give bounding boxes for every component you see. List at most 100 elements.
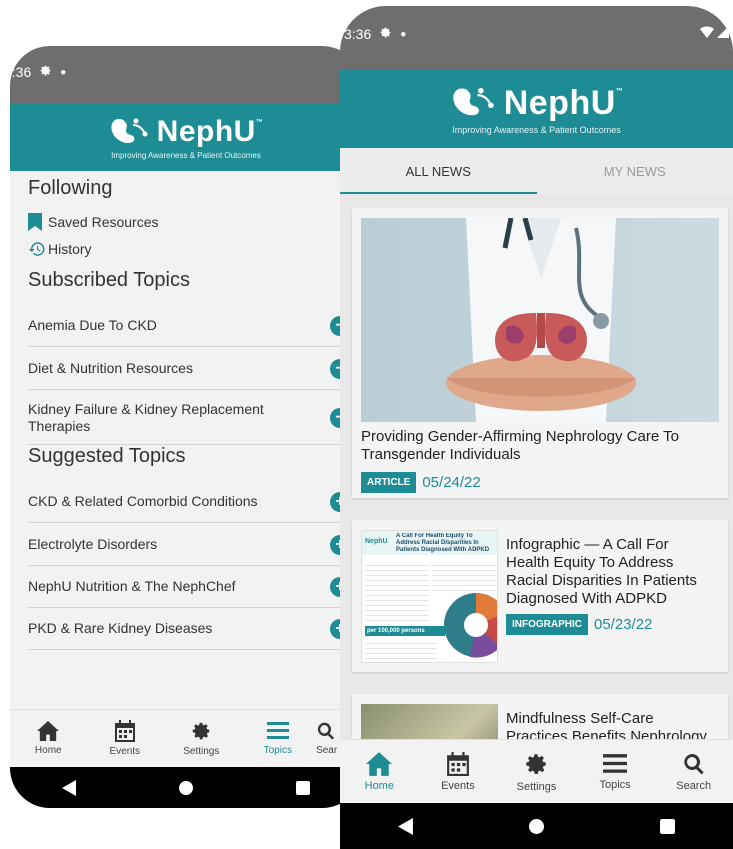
card-title: Providing Gender-Affirming Nephrology Ca… xyxy=(361,428,679,463)
following-title: Following xyxy=(28,177,113,199)
app-header: NephU™ Improving Awareness & Patient Out… xyxy=(10,103,362,171)
infographic-thumbnail: NephU A Call For Health Equity To Addres… xyxy=(361,530,498,663)
history-icon xyxy=(28,242,45,256)
suggested-topics-title: Suggested Topics xyxy=(28,445,186,467)
news-card[interactable]: NephU A Call For Health Equity To Addres… xyxy=(352,520,728,672)
topic-row[interactable]: Anemia Due To CKD − xyxy=(28,305,350,347)
logo-text: NephU™ xyxy=(503,83,624,122)
phone-news: 3:36 ● NephU™ Improving Awareness & Pati… xyxy=(340,6,733,849)
tab-all-news[interactable]: ALL NEWS xyxy=(340,148,537,194)
recents-icon[interactable] xyxy=(660,818,675,834)
saved-resources-label: Saved Resources xyxy=(48,214,159,230)
phone-topics: 3:36 ● NephU™ Improving Awareness & Pati… xyxy=(10,46,362,808)
menu-icon xyxy=(266,722,289,739)
cell-signal-icon xyxy=(717,26,729,38)
back-icon[interactable] xyxy=(61,779,76,796)
dot-icon: ● xyxy=(400,28,407,40)
nav-home[interactable]: Home xyxy=(10,710,87,767)
nav-settings[interactable]: Settings xyxy=(497,740,576,803)
topic-label: Diet & Nutrition Resources xyxy=(28,360,193,376)
gear-icon xyxy=(526,753,547,774)
gear-status-icon xyxy=(39,64,52,80)
thumb-stat: per 100,000 persons xyxy=(365,626,445,636)
recents-icon[interactable] xyxy=(296,780,311,795)
topic-row[interactable]: Electrolyte Disorders + xyxy=(28,524,350,566)
logo-text: NephU™ xyxy=(156,114,264,148)
topic-label: Anemia Due To CKD xyxy=(28,317,157,333)
app-header: NephU™ Improving Awareness & Patient Out… xyxy=(340,70,733,148)
news-card[interactable]: Providing Gender-Affirming Nephrology Ca… xyxy=(352,208,728,498)
app-showcase: 3:36 ● NephU™ Improving Awareness & Pati… xyxy=(0,0,733,849)
nav-search[interactable]: Search xyxy=(654,740,733,803)
search-icon xyxy=(318,722,335,740)
nephu-logo: NephU™ xyxy=(109,115,264,149)
menu-icon xyxy=(603,753,628,773)
tagline: Improving Awareness & Patient Outcomes xyxy=(111,150,261,160)
home-icon xyxy=(37,721,60,741)
status-time: 3:36 ● xyxy=(10,64,66,80)
bottom-nav: Home Events Settings Topics Sear xyxy=(10,709,362,767)
saved-resources-link[interactable]: Saved Resources xyxy=(28,213,159,231)
history-link[interactable]: History xyxy=(28,240,92,258)
bottom-nav: Home Events Settings Topics Search xyxy=(340,739,733,803)
nav-events[interactable]: Events xyxy=(419,740,498,803)
news-card[interactable]: Mindfulness Self-Care Practices Benefits… xyxy=(352,694,728,739)
gear-status-icon xyxy=(379,26,392,42)
tagline: Improving Awareness & Patient Outcomes xyxy=(452,124,621,135)
topic-label: PKD & Rare Kidney Diseases xyxy=(28,620,213,636)
article-image xyxy=(361,704,498,739)
status-time: 3:36 ● xyxy=(344,26,406,42)
topic-row[interactable]: CKD & Related Comorbid Conditions + xyxy=(28,481,350,523)
back-icon[interactable] xyxy=(398,817,413,835)
system-nav-bar xyxy=(10,767,362,808)
clock: 3:36 xyxy=(10,64,32,80)
nav-events[interactable]: Events xyxy=(87,710,164,767)
topic-label: CKD & Related Comorbid Conditions xyxy=(28,493,258,509)
card-date: 05/24/22 xyxy=(422,474,481,491)
topic-label: NephU Nutrition & The NephChef xyxy=(28,578,236,594)
nav-topics[interactable]: Topics xyxy=(240,710,317,767)
dot-icon: ● xyxy=(60,66,67,78)
news-feed: Providing Gender-Affirming Nephrology Ca… xyxy=(340,194,733,739)
signal-icons xyxy=(700,26,729,38)
status-bar: 3:36 ● xyxy=(10,46,362,103)
kidney-logo-icon xyxy=(111,118,148,143)
infographic-badge: INFOGRAPHIC xyxy=(506,614,588,635)
topics-menu: Following Saved Resources History Subscr… xyxy=(10,171,362,711)
card-date: 05/23/22 xyxy=(594,616,653,633)
thumb-logo: NephU xyxy=(365,538,388,545)
thumb-title: A Call For Health Equity To Address Raci… xyxy=(396,533,490,553)
nephu-logo: NephU™ xyxy=(450,84,624,123)
article-image xyxy=(361,218,719,422)
nav-topics[interactable]: Topics xyxy=(576,740,655,803)
calendar-icon xyxy=(114,720,135,742)
nav-home[interactable]: Home xyxy=(340,740,419,803)
card-title: Infographic — A Call For Health Equity T… xyxy=(506,536,697,607)
card-title: Mindfulness Self-Care Practices Benefits… xyxy=(506,710,707,739)
search-icon xyxy=(684,753,704,774)
subscribed-topics-title: Subscribed Topics xyxy=(28,269,190,291)
article-badge: ARTICLE xyxy=(361,472,417,493)
clock: 3:36 xyxy=(344,26,372,42)
history-label: History xyxy=(48,241,92,257)
wifi-icon xyxy=(700,26,714,38)
news-tabs: ALL NEWS MY NEWS xyxy=(340,148,733,194)
bookmark-icon xyxy=(28,213,42,231)
system-nav-bar xyxy=(340,803,733,849)
topic-row[interactable]: Diet & Nutrition Resources − xyxy=(28,348,350,390)
topic-row[interactable]: PKD & Rare Kidney Diseases + xyxy=(28,608,350,650)
home-circle-icon[interactable] xyxy=(529,818,544,834)
kidney-logo-icon xyxy=(453,87,494,116)
card-meta: ARTICLE 05/24/22 xyxy=(361,472,481,493)
card-meta: INFOGRAPHIC 05/23/22 xyxy=(506,614,652,635)
topic-label: Electrolyte Disorders xyxy=(28,536,158,552)
home-circle-icon[interactable] xyxy=(178,780,193,795)
tab-my-news[interactable]: MY NEWS xyxy=(537,148,733,194)
nav-settings[interactable]: Settings xyxy=(163,710,240,767)
status-bar: 3:36 ● xyxy=(340,6,733,70)
topic-label: Kidney Failure & Kidney Replacement Ther… xyxy=(28,400,264,434)
home-icon xyxy=(366,751,393,776)
topic-row[interactable]: Kidney Failure & Kidney Replacement Ther… xyxy=(28,391,350,445)
calendar-icon xyxy=(446,751,469,776)
topic-row[interactable]: NephU Nutrition & The NephChef + xyxy=(28,566,350,608)
